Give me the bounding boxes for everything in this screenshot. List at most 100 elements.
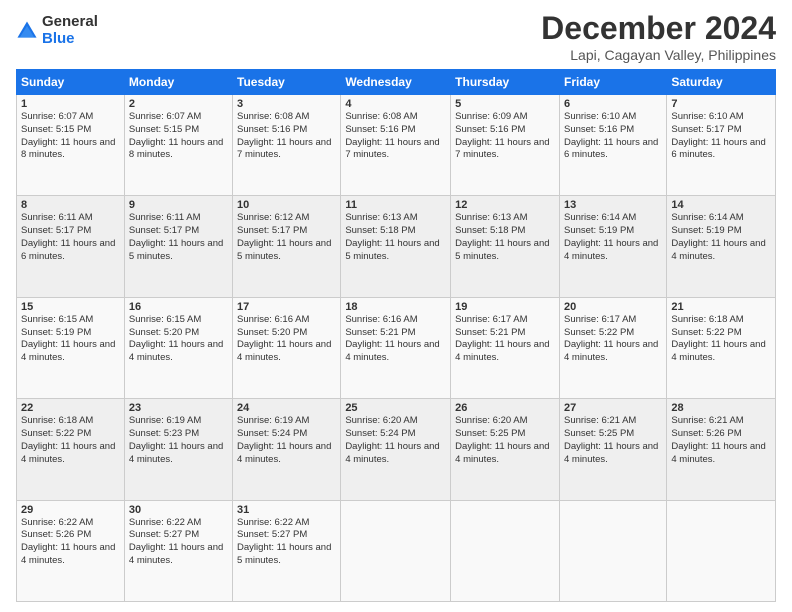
header: General Blue December 2024 Lapi, Cagayan… <box>16 10 776 63</box>
day-number: 24 <box>237 402 336 414</box>
day-number: 7 <box>671 98 771 110</box>
calendar-header-monday: Monday <box>124 70 232 95</box>
calendar-cell <box>341 500 451 601</box>
day-info: Sunrise: 6:14 AM Sunset: 5:19 PM Dayligh… <box>671 212 771 263</box>
day-number: 11 <box>345 199 446 211</box>
calendar-cell: 18Sunrise: 6:16 AM Sunset: 5:21 PM Dayli… <box>341 297 451 398</box>
day-number: 16 <box>129 301 228 313</box>
day-number: 1 <box>21 98 120 110</box>
calendar: SundayMondayTuesdayWednesdayThursdayFrid… <box>16 69 776 602</box>
day-info: Sunrise: 6:10 AM Sunset: 5:16 PM Dayligh… <box>564 111 662 162</box>
day-info: Sunrise: 6:08 AM Sunset: 5:16 PM Dayligh… <box>345 111 446 162</box>
day-info: Sunrise: 6:15 AM Sunset: 5:19 PM Dayligh… <box>21 314 120 365</box>
calendar-cell: 9Sunrise: 6:11 AM Sunset: 5:17 PM Daylig… <box>124 196 232 297</box>
day-info: Sunrise: 6:11 AM Sunset: 5:17 PM Dayligh… <box>129 212 228 263</box>
calendar-cell: 5Sunrise: 6:09 AM Sunset: 5:16 PM Daylig… <box>451 95 560 196</box>
day-number: 18 <box>345 301 446 313</box>
day-info: Sunrise: 6:18 AM Sunset: 5:22 PM Dayligh… <box>21 415 120 466</box>
calendar-cell: 22Sunrise: 6:18 AM Sunset: 5:22 PM Dayli… <box>17 399 125 500</box>
day-number: 21 <box>671 301 771 313</box>
calendar-cell: 26Sunrise: 6:20 AM Sunset: 5:25 PM Dayli… <box>451 399 560 500</box>
calendar-cell: 2Sunrise: 6:07 AM Sunset: 5:15 PM Daylig… <box>124 95 232 196</box>
logo-icon <box>16 20 38 42</box>
calendar-header-friday: Friday <box>559 70 666 95</box>
calendar-cell: 31Sunrise: 6:22 AM Sunset: 5:27 PM Dayli… <box>233 500 341 601</box>
calendar-header-thursday: Thursday <box>451 70 560 95</box>
day-number: 15 <box>21 301 120 313</box>
day-info: Sunrise: 6:19 AM Sunset: 5:24 PM Dayligh… <box>237 415 336 466</box>
calendar-cell: 15Sunrise: 6:15 AM Sunset: 5:19 PM Dayli… <box>17 297 125 398</box>
logo: General Blue <box>16 14 98 47</box>
calendar-cell: 30Sunrise: 6:22 AM Sunset: 5:27 PM Dayli… <box>124 500 232 601</box>
day-number: 20 <box>564 301 662 313</box>
logo-general-text: General <box>42 14 98 31</box>
calendar-cell: 20Sunrise: 6:17 AM Sunset: 5:22 PM Dayli… <box>559 297 666 398</box>
calendar-cell: 13Sunrise: 6:14 AM Sunset: 5:19 PM Dayli… <box>559 196 666 297</box>
day-number: 2 <box>129 98 228 110</box>
day-number: 23 <box>129 402 228 414</box>
day-info: Sunrise: 6:13 AM Sunset: 5:18 PM Dayligh… <box>455 212 555 263</box>
day-info: Sunrise: 6:22 AM Sunset: 5:27 PM Dayligh… <box>237 517 336 568</box>
day-info: Sunrise: 6:22 AM Sunset: 5:27 PM Dayligh… <box>129 517 228 568</box>
day-number: 12 <box>455 199 555 211</box>
day-number: 5 <box>455 98 555 110</box>
calendar-cell: 29Sunrise: 6:22 AM Sunset: 5:26 PM Dayli… <box>17 500 125 601</box>
calendar-cell <box>667 500 776 601</box>
calendar-cell: 7Sunrise: 6:10 AM Sunset: 5:17 PM Daylig… <box>667 95 776 196</box>
calendar-cell: 25Sunrise: 6:20 AM Sunset: 5:24 PM Dayli… <box>341 399 451 500</box>
day-number: 4 <box>345 98 446 110</box>
day-number: 22 <box>21 402 120 414</box>
calendar-cell: 17Sunrise: 6:16 AM Sunset: 5:20 PM Dayli… <box>233 297 341 398</box>
calendar-cell: 6Sunrise: 6:10 AM Sunset: 5:16 PM Daylig… <box>559 95 666 196</box>
calendar-cell: 21Sunrise: 6:18 AM Sunset: 5:22 PM Dayli… <box>667 297 776 398</box>
calendar-cell: 1Sunrise: 6:07 AM Sunset: 5:15 PM Daylig… <box>17 95 125 196</box>
calendar-cell <box>559 500 666 601</box>
day-info: Sunrise: 6:22 AM Sunset: 5:26 PM Dayligh… <box>21 517 120 568</box>
day-info: Sunrise: 6:17 AM Sunset: 5:22 PM Dayligh… <box>564 314 662 365</box>
day-info: Sunrise: 6:16 AM Sunset: 5:21 PM Dayligh… <box>345 314 446 365</box>
day-info: Sunrise: 6:18 AM Sunset: 5:22 PM Dayligh… <box>671 314 771 365</box>
calendar-cell: 12Sunrise: 6:13 AM Sunset: 5:18 PM Dayli… <box>451 196 560 297</box>
calendar-cell: 23Sunrise: 6:19 AM Sunset: 5:23 PM Dayli… <box>124 399 232 500</box>
day-number: 9 <box>129 199 228 211</box>
day-number: 31 <box>237 504 336 516</box>
day-number: 27 <box>564 402 662 414</box>
day-number: 6 <box>564 98 662 110</box>
calendar-cell: 16Sunrise: 6:15 AM Sunset: 5:20 PM Dayli… <box>124 297 232 398</box>
calendar-week-5: 29Sunrise: 6:22 AM Sunset: 5:26 PM Dayli… <box>17 500 776 601</box>
day-info: Sunrise: 6:07 AM Sunset: 5:15 PM Dayligh… <box>21 111 120 162</box>
day-info: Sunrise: 6:15 AM Sunset: 5:20 PM Dayligh… <box>129 314 228 365</box>
day-info: Sunrise: 6:12 AM Sunset: 5:17 PM Dayligh… <box>237 212 336 263</box>
main-title: December 2024 <box>541 10 776 47</box>
calendar-cell: 19Sunrise: 6:17 AM Sunset: 5:21 PM Dayli… <box>451 297 560 398</box>
calendar-cell: 11Sunrise: 6:13 AM Sunset: 5:18 PM Dayli… <box>341 196 451 297</box>
calendar-header-tuesday: Tuesday <box>233 70 341 95</box>
day-info: Sunrise: 6:19 AM Sunset: 5:23 PM Dayligh… <box>129 415 228 466</box>
calendar-week-1: 1Sunrise: 6:07 AM Sunset: 5:15 PM Daylig… <box>17 95 776 196</box>
day-info: Sunrise: 6:07 AM Sunset: 5:15 PM Dayligh… <box>129 111 228 162</box>
calendar-cell: 10Sunrise: 6:12 AM Sunset: 5:17 PM Dayli… <box>233 196 341 297</box>
day-number: 26 <box>455 402 555 414</box>
day-number: 29 <box>21 504 120 516</box>
day-info: Sunrise: 6:16 AM Sunset: 5:20 PM Dayligh… <box>237 314 336 365</box>
calendar-week-2: 8Sunrise: 6:11 AM Sunset: 5:17 PM Daylig… <box>17 196 776 297</box>
day-info: Sunrise: 6:10 AM Sunset: 5:17 PM Dayligh… <box>671 111 771 162</box>
calendar-cell: 28Sunrise: 6:21 AM Sunset: 5:26 PM Dayli… <box>667 399 776 500</box>
day-number: 19 <box>455 301 555 313</box>
day-info: Sunrise: 6:13 AM Sunset: 5:18 PM Dayligh… <box>345 212 446 263</box>
page: General Blue December 2024 Lapi, Cagayan… <box>0 0 792 612</box>
title-block: December 2024 Lapi, Cagayan Valley, Phil… <box>541 10 776 63</box>
day-number: 28 <box>671 402 771 414</box>
day-number: 30 <box>129 504 228 516</box>
day-info: Sunrise: 6:20 AM Sunset: 5:25 PM Dayligh… <box>455 415 555 466</box>
calendar-week-3: 15Sunrise: 6:15 AM Sunset: 5:19 PM Dayli… <box>17 297 776 398</box>
calendar-cell: 4Sunrise: 6:08 AM Sunset: 5:16 PM Daylig… <box>341 95 451 196</box>
calendar-week-4: 22Sunrise: 6:18 AM Sunset: 5:22 PM Dayli… <box>17 399 776 500</box>
day-number: 17 <box>237 301 336 313</box>
day-info: Sunrise: 6:09 AM Sunset: 5:16 PM Dayligh… <box>455 111 555 162</box>
day-number: 3 <box>237 98 336 110</box>
logo-blue-text: Blue <box>42 31 98 48</box>
calendar-cell: 3Sunrise: 6:08 AM Sunset: 5:16 PM Daylig… <box>233 95 341 196</box>
day-info: Sunrise: 6:21 AM Sunset: 5:25 PM Dayligh… <box>564 415 662 466</box>
day-info: Sunrise: 6:20 AM Sunset: 5:24 PM Dayligh… <box>345 415 446 466</box>
